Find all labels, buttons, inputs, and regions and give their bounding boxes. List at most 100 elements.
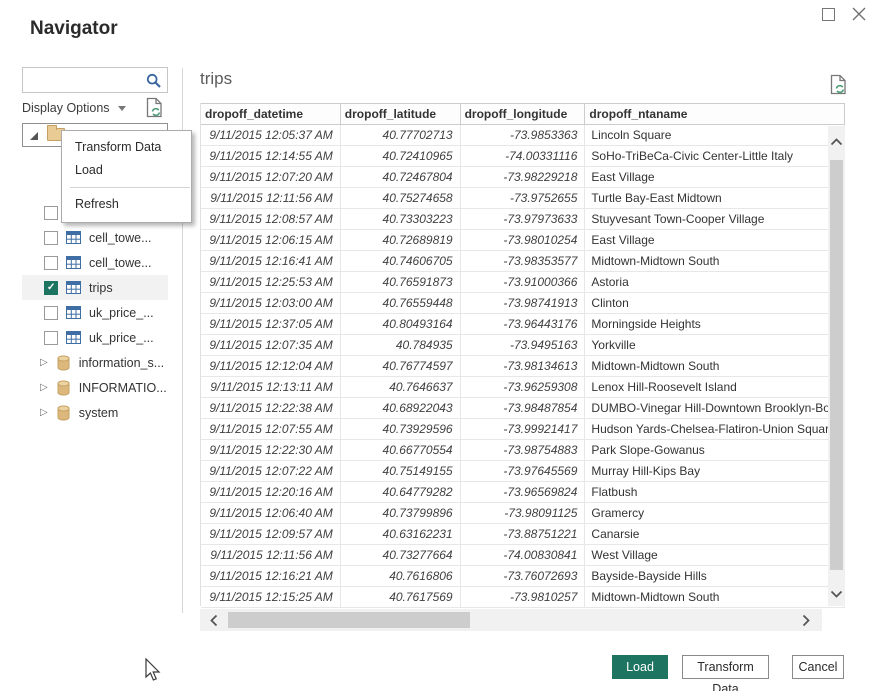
table-cell: 9/11/2015 12:15:25 AM xyxy=(201,587,341,608)
tree-item-label: cell_towe... xyxy=(89,256,152,270)
table-cell: Clinton xyxy=(585,293,845,314)
table-cell: 9/11/2015 12:22:38 AM xyxy=(201,398,341,419)
table-cell: -73.98229218 xyxy=(461,167,586,188)
refresh-preview-icon[interactable] xyxy=(146,97,163,123)
table-cell: 40.80493164 xyxy=(341,314,461,335)
table-cell: 40.75149155 xyxy=(341,461,461,482)
cancel-button[interactable]: Cancel xyxy=(792,655,844,679)
table-icon xyxy=(66,306,81,319)
checkbox[interactable] xyxy=(44,281,58,295)
tree-item-label: system xyxy=(79,406,119,420)
table-row: 9/11/2015 12:06:15 AM40.72689819-73.9801… xyxy=(201,230,845,251)
table-cell: 9/11/2015 12:37:05 AM xyxy=(201,314,341,335)
scroll-left-icon[interactable] xyxy=(210,614,218,627)
table-cell: 40.73303223 xyxy=(341,209,461,230)
tree-item-INFORMATIO[interactable]: ▷INFORMATIO... xyxy=(22,375,168,400)
checkbox[interactable] xyxy=(44,306,58,320)
tree-item-uk-price[interactable]: uk_price_... xyxy=(22,325,168,350)
scroll-right-icon[interactable] xyxy=(802,614,810,627)
tree-item-trips[interactable]: trips xyxy=(22,275,168,300)
checkbox[interactable] xyxy=(44,231,58,245)
table-cell: 9/11/2015 12:16:21 AM xyxy=(201,566,341,587)
checkbox[interactable] xyxy=(44,206,58,220)
table-cell: 40.68922043 xyxy=(341,398,461,419)
expanded-arrow-icon xyxy=(30,132,38,140)
table-cell: Midtown-Midtown South xyxy=(585,356,845,377)
display-options-dropdown[interactable]: Display Options xyxy=(22,101,126,115)
table-cell: -73.96569824 xyxy=(461,482,586,503)
maximize-button[interactable] xyxy=(822,8,835,21)
checkbox[interactable] xyxy=(44,256,58,270)
table-cell: Lenox Hill-Roosevelt Island xyxy=(585,377,845,398)
vertical-scrollbar[interactable] xyxy=(828,126,845,606)
table-cell: 9/11/2015 12:25:53 AM xyxy=(201,272,341,293)
table-cell: -73.97645569 xyxy=(461,461,586,482)
table-row: 9/11/2015 12:37:05 AM40.80493164-73.9644… xyxy=(201,314,845,335)
table-cell: -73.97973633 xyxy=(461,209,586,230)
table-cell: DUMBO-Vinegar Hill-Downtown Brooklyn-Boe… xyxy=(585,398,845,419)
table-cell: -73.91000366 xyxy=(461,272,586,293)
horizontal-scrollbar[interactable] xyxy=(200,609,822,631)
table-cell: 40.64779282 xyxy=(341,482,461,503)
table-cell: -73.98353577 xyxy=(461,251,586,272)
tree-item-uk-price[interactable]: uk_price_... xyxy=(22,300,168,325)
scroll-up-icon[interactable] xyxy=(830,138,843,146)
table-icon xyxy=(66,281,81,294)
preview-table-header: dropoff_datetimedropoff_latitudedropoff_… xyxy=(201,103,845,125)
table-cell: Midtown-Midtown South xyxy=(585,587,845,608)
table-cell: 9/11/2015 12:07:55 AM xyxy=(201,419,341,440)
table-icon xyxy=(66,331,81,344)
table-cell: 40.7646637 xyxy=(341,377,461,398)
refresh-preview-icon[interactable] xyxy=(830,74,847,100)
close-button[interactable] xyxy=(851,6,867,22)
database-icon xyxy=(57,380,70,396)
table-cell: Park Slope-Gowanus xyxy=(585,440,845,461)
table-cell: 40.72410965 xyxy=(341,146,461,167)
checkbox[interactable] xyxy=(44,331,58,345)
menu-item-transform-data[interactable]: Transform Data xyxy=(62,136,191,159)
menu-item-load[interactable]: Load xyxy=(62,159,191,182)
table-row: 9/11/2015 12:16:21 AM40.7616806-73.76072… xyxy=(201,566,845,587)
table-row: 9/11/2015 12:16:41 AM40.74606705-73.9835… xyxy=(201,251,845,272)
scroll-down-icon[interactable] xyxy=(830,590,843,598)
table-cell: 40.7616806 xyxy=(341,566,461,587)
expand-arrow-icon[interactable]: ▷ xyxy=(40,407,48,418)
table-cell: -73.96259308 xyxy=(461,377,586,398)
table-cell: -73.76072693 xyxy=(461,566,586,587)
tree-item-cell-towe[interactable]: cell_towe... xyxy=(22,250,168,275)
table-cell: 40.75274658 xyxy=(341,188,461,209)
menu-item-refresh[interactable]: Refresh xyxy=(62,193,191,216)
table-row: 9/11/2015 12:05:37 AM40.77702713-73.9853… xyxy=(201,125,845,146)
tree-item-information-s[interactable]: ▷information_s... xyxy=(22,350,168,375)
navigator-dialog: Navigator Display Options cell_towe...ce… xyxy=(0,0,873,691)
search-icon[interactable] xyxy=(146,73,162,89)
table-icon xyxy=(66,231,81,244)
table-cell: 9/11/2015 12:11:56 AM xyxy=(201,188,341,209)
table-cell: Bayside-Bayside Hills xyxy=(585,566,845,587)
table-tree: cell_towe...cell_towe...cell_towe...trip… xyxy=(22,200,168,425)
table-cell: -73.96443176 xyxy=(461,314,586,335)
table-row: 9/11/2015 12:06:40 AM40.73799896-73.9809… xyxy=(201,503,845,524)
transform-data-button[interactable]: Transform Data xyxy=(682,655,769,679)
load-button[interactable]: Load xyxy=(612,655,668,679)
horizontal-scrollbar-thumb[interactable] xyxy=(228,612,470,628)
database-icon xyxy=(57,405,70,421)
search-input[interactable] xyxy=(27,70,143,90)
expand-arrow-icon[interactable]: ▷ xyxy=(40,357,48,368)
table-cell: 9/11/2015 12:07:20 AM xyxy=(201,167,341,188)
table-cell: 9/11/2015 12:06:40 AM xyxy=(201,503,341,524)
table-cell: 40.73277664 xyxy=(341,545,461,566)
tree-item-system[interactable]: ▷ system xyxy=(22,400,168,425)
expand-arrow-icon[interactable]: ▷ xyxy=(40,382,48,393)
table-cell: Morningside Heights xyxy=(585,314,845,335)
table-row: 9/11/2015 12:07:22 AM40.75149155-73.9764… xyxy=(201,461,845,482)
table-cell: 9/11/2015 12:12:04 AM xyxy=(201,356,341,377)
vertical-scrollbar-thumb[interactable] xyxy=(830,160,843,570)
column-header-dropoff_ntaname: dropoff_ntaname xyxy=(585,104,845,124)
table-cell: -74.00331116 xyxy=(461,146,586,167)
preview-title: trips xyxy=(200,69,232,89)
table-cell: 9/11/2015 12:07:22 AM xyxy=(201,461,341,482)
table-cell: 40.784935 xyxy=(341,335,461,356)
menu-separator xyxy=(70,187,190,188)
tree-item-cell-towe[interactable]: cell_towe... xyxy=(22,225,168,250)
